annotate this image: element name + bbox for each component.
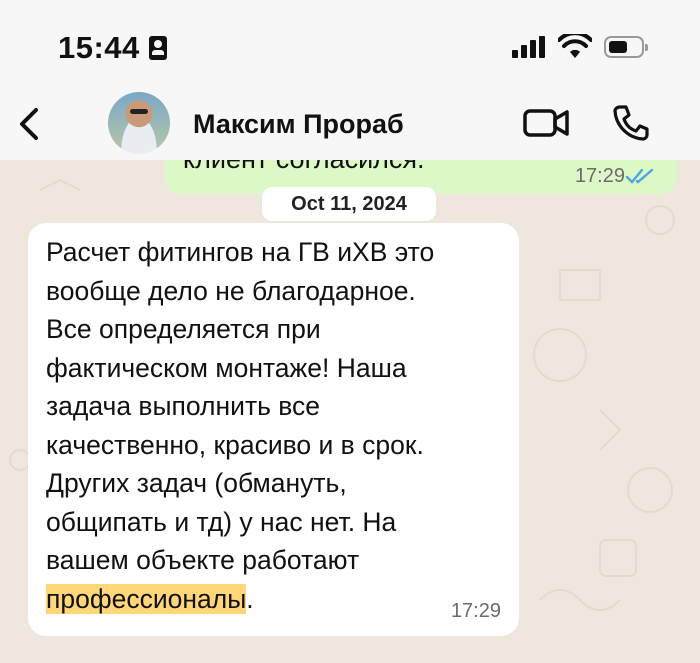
message-tail: .	[246, 583, 254, 614]
incoming-message-time: 17:29	[450, 600, 501, 622]
incoming-message-text: Расчет фитингов на ГВ иХВ это вообще дел…	[46, 233, 506, 618]
highlighted-word: профессионалы	[46, 583, 247, 614]
avatar[interactable]	[108, 92, 170, 154]
date-separator: Oct 11, 2024	[262, 187, 436, 221]
video-call-icon[interactable]	[522, 106, 570, 140]
incoming-message-bubble[interactable]: Расчет фитингов на ГВ иХВ это вообще дел…	[28, 223, 519, 636]
outgoing-message-time: 17:29	[574, 165, 625, 187]
chat-header: Максим Прораб	[0, 92, 700, 161]
message-body: Расчет фитингов на ГВ иХВ это вообще дел…	[46, 237, 435, 575]
outgoing-message-text: клиент согласился.	[183, 160, 425, 175]
chat-area[interactable]: клиент согласился. 17:29 Oct 11, 2024 Ра…	[0, 160, 700, 663]
read-receipt-icon	[625, 168, 654, 184]
status-bar: 15:44	[0, 0, 700, 92]
voice-call-icon[interactable]	[612, 104, 650, 142]
battery-icon	[604, 36, 648, 58]
status-time: 15:44	[58, 30, 140, 65]
back-icon[interactable]	[14, 104, 44, 144]
wifi-icon	[558, 34, 592, 58]
contact-name[interactable]: Максим Прораб	[193, 109, 404, 140]
id-card-icon	[149, 36, 167, 60]
signal-icon	[512, 36, 546, 58]
